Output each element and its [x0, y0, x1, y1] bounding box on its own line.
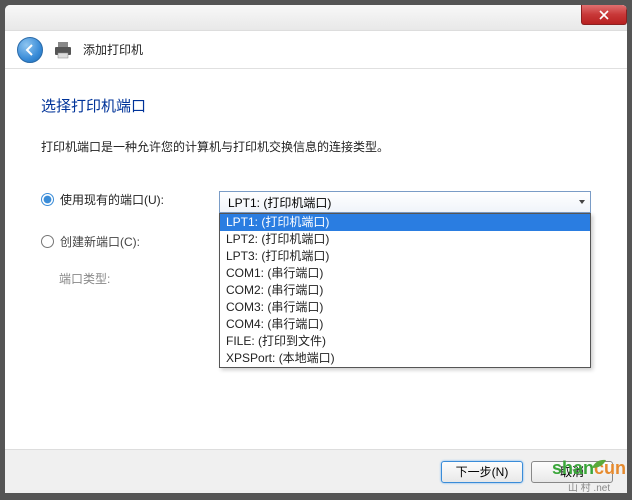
port-dropdown-list: LPT1: (打印机端口) LPT2: (打印机端口) LPT3: (打印机端口…	[219, 213, 591, 368]
dropdown-item-xpsport[interactable]: XPSPort: (本地端口)	[220, 350, 590, 367]
dropdown-item-lpt3[interactable]: LPT3: (打印机端口)	[220, 248, 590, 265]
close-icon	[599, 10, 609, 20]
leaf-icon	[590, 458, 608, 470]
port-combobox-value: LPT1: (打印机端口)	[228, 194, 331, 211]
wizard-header: 添加打印机	[5, 31, 627, 69]
dropdown-item-file[interactable]: FILE: (打印到文件)	[220, 333, 590, 350]
wizard-content: 选择打印机端口 打印机端口是一种允许您的计算机与打印机交换信息的连接类型。 使用…	[5, 69, 627, 333]
wizard-footer: 下一步(N) 取消	[5, 449, 627, 493]
printer-icon	[53, 41, 73, 59]
chevron-down-icon	[578, 198, 586, 206]
page-heading: 选择打印机端口	[41, 95, 591, 116]
dropdown-item-com1[interactable]: COM1: (串行端口)	[220, 265, 590, 282]
add-printer-wizard-window: 添加打印机 选择打印机端口 打印机端口是一种允许您的计算机与打印机交换信息的连接…	[4, 4, 628, 494]
watermark: shancun 山 村 .net	[552, 458, 626, 494]
dropdown-item-lpt2[interactable]: LPT2: (打印机端口)	[220, 231, 590, 248]
dropdown-item-com2[interactable]: COM2: (串行端口)	[220, 282, 590, 299]
wizard-title: 添加打印机	[83, 41, 143, 58]
next-button[interactable]: 下一步(N)	[441, 461, 523, 483]
dropdown-item-com4[interactable]: COM4: (串行端口)	[220, 316, 590, 333]
port-type-label: 端口类型:	[41, 270, 219, 287]
dropdown-item-lpt1[interactable]: LPT1: (打印机端口)	[220, 214, 590, 231]
back-arrow-icon	[23, 43, 37, 57]
page-description: 打印机端口是一种允许您的计算机与打印机交换信息的连接类型。	[41, 138, 591, 155]
radio-create-new-input[interactable]	[41, 235, 54, 248]
radio-use-existing-input[interactable]	[41, 193, 54, 206]
port-combobox[interactable]: LPT1: (打印机端口)	[219, 191, 591, 213]
radio-create-new-label: 创建新端口(C):	[60, 233, 140, 250]
dropdown-item-com3[interactable]: COM3: (串行端口)	[220, 299, 590, 316]
titlebar	[5, 5, 627, 31]
close-button[interactable]	[581, 5, 627, 25]
back-button[interactable]	[17, 37, 43, 63]
radio-use-existing-label: 使用现有的端口(U):	[60, 191, 164, 208]
radio-create-new-port[interactable]: 创建新端口(C):	[41, 233, 219, 250]
radio-use-existing-port[interactable]: 使用现有的端口(U):	[41, 191, 219, 208]
